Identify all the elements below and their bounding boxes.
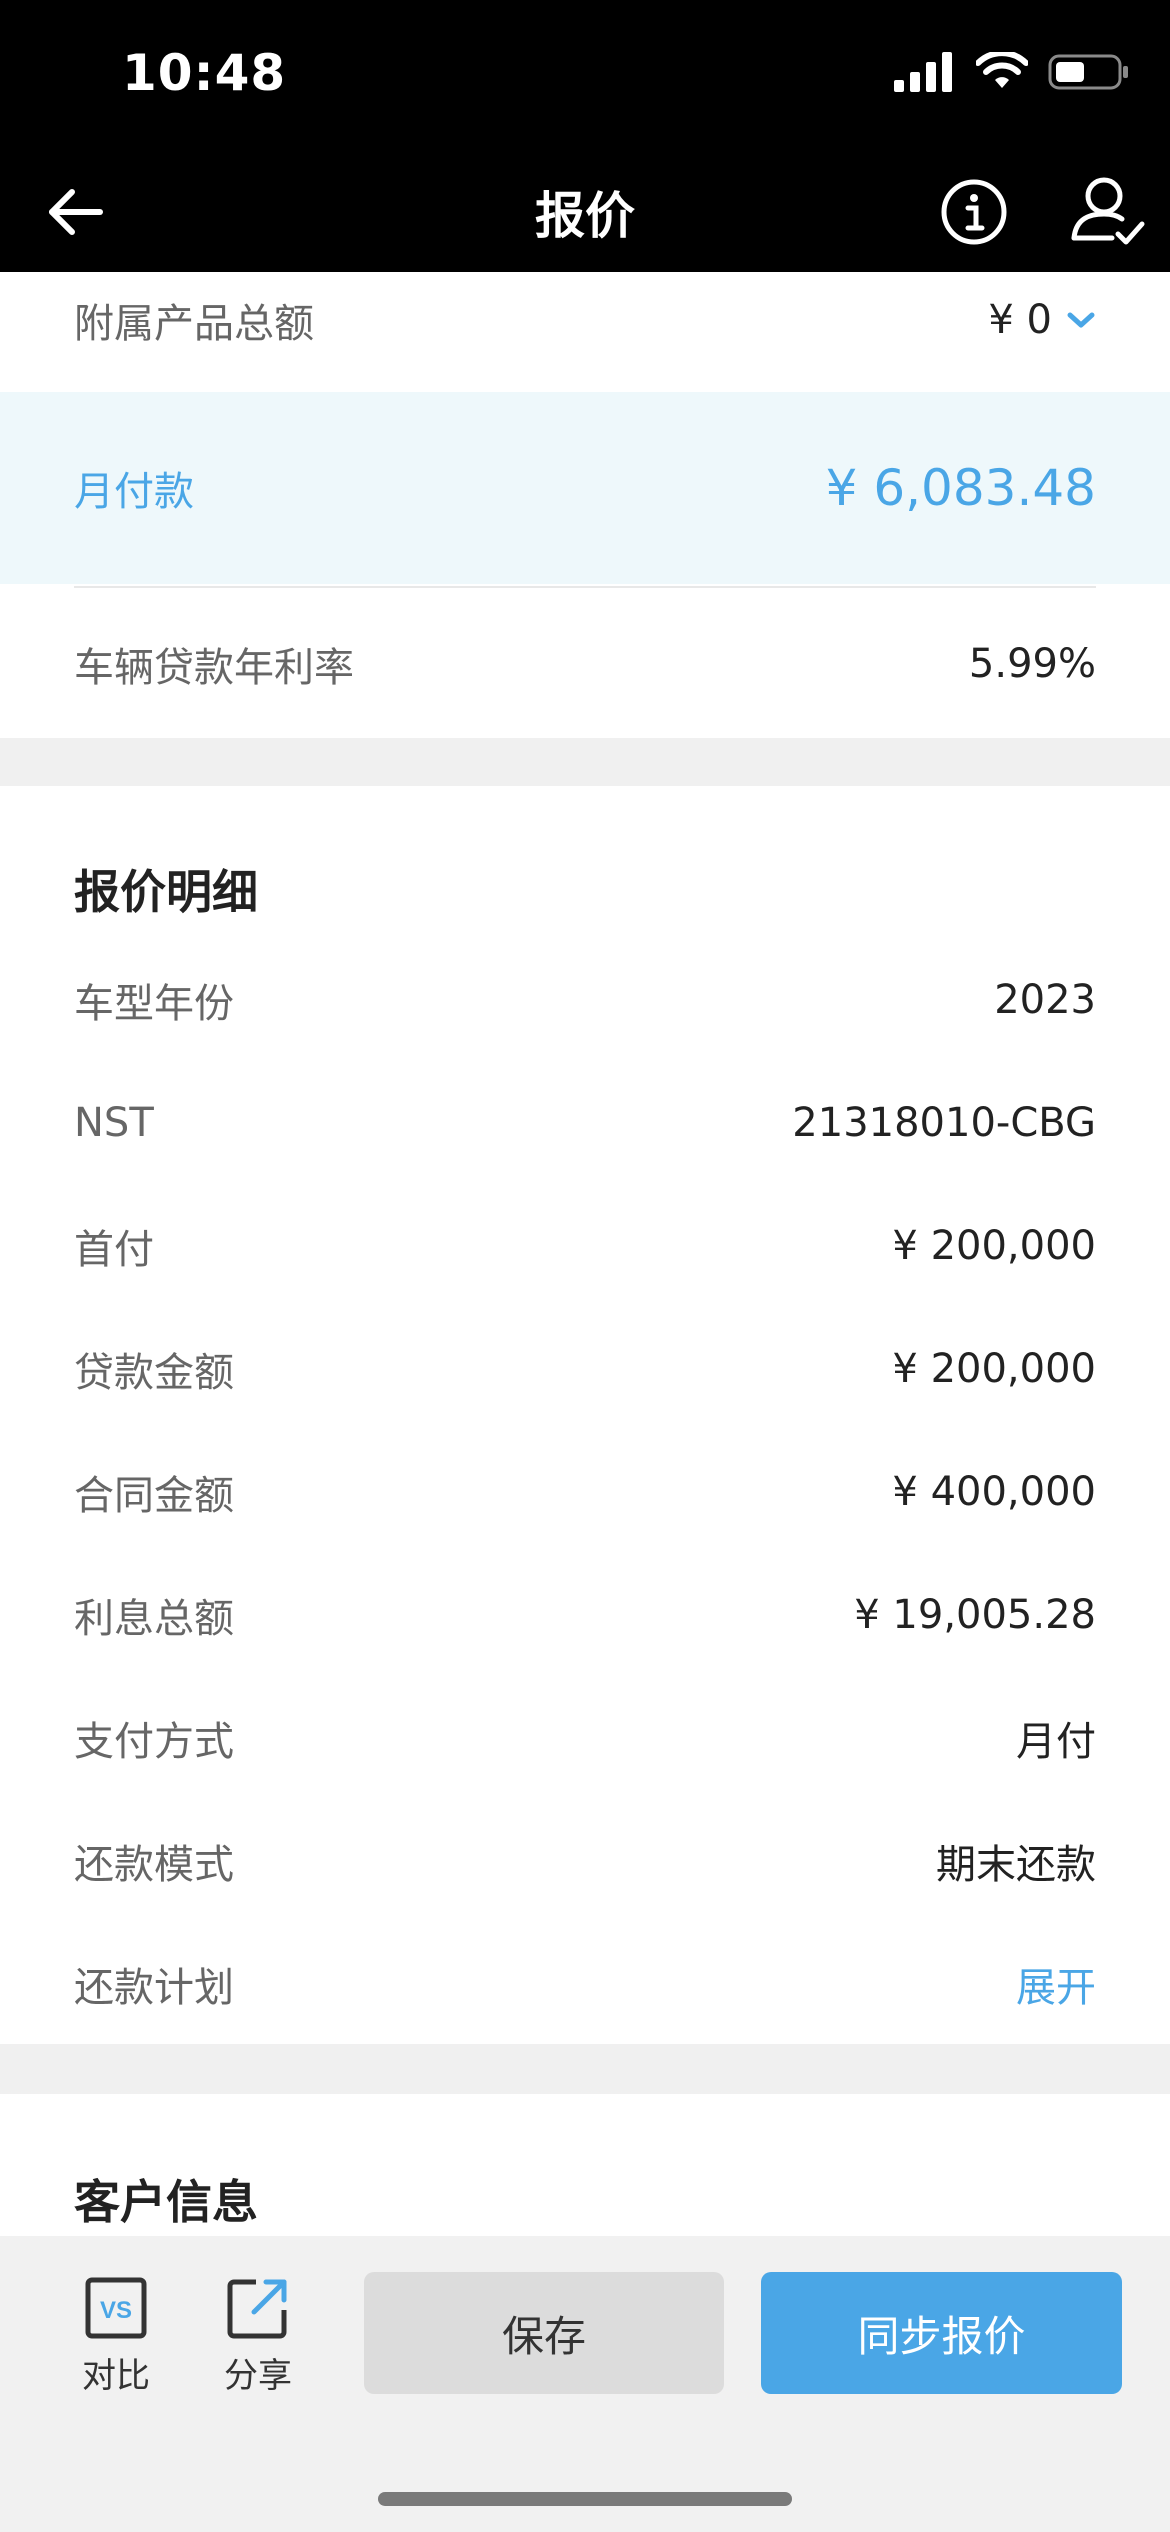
detail-label: 还款模式	[74, 1842, 234, 1888]
detail-value: 月付	[1016, 1719, 1096, 1765]
detail-row: 车型年份 2023	[74, 970, 1096, 1030]
repayment-plan-label: 还款计划	[74, 1965, 234, 2011]
battery-icon	[1048, 54, 1128, 90]
vs-icon: VS	[85, 2277, 147, 2339]
accessory-total-label: 附属产品总额	[74, 301, 314, 347]
annual-rate-value: 5.99%	[968, 641, 1096, 687]
quote-details-title: 报价明细	[74, 865, 258, 919]
detail-row: 贷款金额 ¥ 200,000	[74, 1339, 1096, 1399]
share-icon	[227, 2279, 287, 2339]
detail-value: ¥ 200,000	[892, 1223, 1096, 1269]
share-label: 分享	[224, 2356, 292, 2396]
detail-value: ¥ 400,000	[892, 1469, 1096, 1515]
detail-row: NST 21318010-CBG	[74, 1093, 1096, 1153]
detail-label: 利息总额	[74, 1596, 234, 1642]
signal-icon	[894, 52, 952, 92]
detail-row: 支付方式 月付	[74, 1708, 1096, 1768]
accessory-total-value-group[interactable]: ¥ 0	[988, 297, 1096, 343]
divider	[74, 586, 1096, 588]
status-time: 10:48	[122, 44, 287, 102]
detail-label: 车型年份	[74, 981, 234, 1027]
detail-value: ¥ 19,005.28	[854, 1592, 1096, 1638]
save-button[interactable]: 保存	[364, 2272, 724, 2394]
status-icons	[894, 52, 1130, 92]
customer-info-title: 客户信息	[74, 2175, 258, 2229]
monthly-payment-value: ¥ 6,083.48	[825, 459, 1096, 517]
vs-icon-text: VS	[100, 2297, 132, 2324]
share-button[interactable]: 分享	[208, 2276, 308, 2397]
annual-rate-row: 车辆贷款年利率 5.99%	[74, 634, 1096, 694]
detail-row: 合同金额 ¥ 400,000	[74, 1462, 1096, 1522]
compare-button[interactable]: VS 对比	[66, 2276, 166, 2397]
detail-label: 首付	[74, 1227, 154, 1273]
expand-link[interactable]: 展开	[1016, 1955, 1096, 2013]
bottom-toolbar: VS 对比 分享 保存 同步报价	[0, 2236, 1170, 2532]
top-bar: 10:48 报价	[0, 0, 1170, 272]
home-indicator	[378, 2492, 792, 2506]
detail-value: 期末还款	[936, 1842, 1096, 1888]
annual-rate-label: 车辆贷款年利率	[74, 645, 354, 691]
detail-label: NST	[74, 1100, 154, 1146]
detail-label: 贷款金额	[74, 1350, 234, 1396]
monthly-payment-label: 月付款	[74, 469, 194, 515]
detail-row: 还款模式 期末还款	[74, 1831, 1096, 1891]
accessory-total-value: ¥ 0	[988, 297, 1052, 343]
chevron-down-icon[interactable]	[1066, 310, 1096, 330]
detail-value: 21318010-CBG	[792, 1100, 1096, 1146]
quote-screen: 10:48 报价 附属产品总额 ¥ 0 月付款 ¥ 6,083.48 车辆贷款年…	[0, 0, 1170, 2532]
sync-quote-button[interactable]: 同步报价	[761, 2272, 1122, 2394]
detail-row: 首付 ¥ 200,000	[74, 1216, 1096, 1276]
monthly-payment-content: 月付款 ¥ 6,083.48	[74, 458, 1096, 518]
user-check-icon[interactable]	[1066, 172, 1146, 252]
wifi-icon	[976, 52, 1028, 88]
detail-value: ¥ 200,000	[892, 1346, 1096, 1392]
detail-label: 合同金额	[74, 1473, 234, 1519]
repayment-plan-row: 还款计划 展开	[74, 1954, 1096, 2014]
accessory-total-row[interactable]: 附属产品总额 ¥ 0	[74, 290, 1096, 350]
compare-label: 对比	[82, 2356, 150, 2396]
detail-value: 2023	[994, 977, 1096, 1023]
info-icon[interactable]	[938, 176, 1010, 248]
detail-row: 利息总额 ¥ 19,005.28	[74, 1585, 1096, 1645]
detail-label: 支付方式	[74, 1719, 234, 1765]
